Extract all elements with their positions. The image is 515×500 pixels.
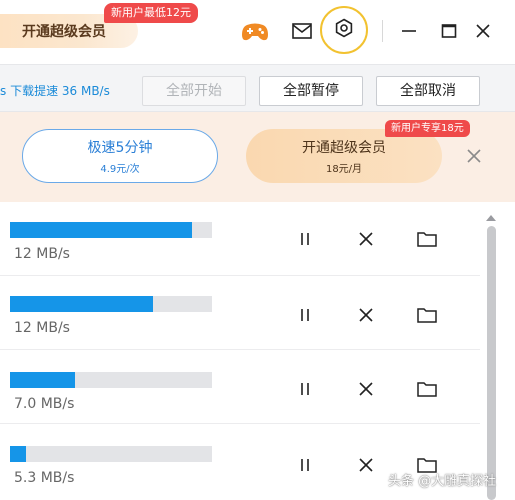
- cancel-download-icon[interactable]: [355, 304, 377, 326]
- download-manager-window: 开通超级会员 新用户最低12元 s 下载提速 36 MB/s 全部开始 全部暂停…: [0, 0, 515, 500]
- titlebar-divider: [382, 20, 383, 42]
- progress-bar: [10, 222, 212, 238]
- open-folder-icon[interactable]: [416, 378, 438, 400]
- vip-subscribe-button[interactable]: 开通超级会员 18元/月: [246, 129, 442, 183]
- watermark: 头条 @大雕真探社: [388, 474, 497, 489]
- progress-bar: [10, 446, 212, 462]
- cancel-all-button[interactable]: 全部取消: [376, 76, 480, 106]
- download-speed: 5.3 MB/s: [14, 470, 75, 486]
- new-user-exclusive-badge: 新用户专享18元: [385, 120, 470, 137]
- progress-bar: [10, 296, 212, 312]
- mail-icon[interactable]: [290, 20, 314, 42]
- open-folder-icon[interactable]: [416, 228, 438, 250]
- title-bar: 开通超级会员 新用户最低12元: [0, 0, 515, 64]
- open-vip-label: 开通超级会员: [22, 24, 106, 40]
- new-user-promo-badge: 新用户最低12元: [104, 3, 198, 23]
- vip-subscribe-price: 18元/月: [325, 164, 363, 175]
- pause-icon[interactable]: [294, 228, 316, 250]
- settings-icon: [334, 18, 354, 42]
- download-row[interactable]: 7.0 MB/s: [0, 350, 480, 424]
- scroll-up-arrow-icon[interactable]: [484, 208, 498, 221]
- progress-bar: [10, 372, 212, 388]
- start-all-button[interactable]: 全部开始: [142, 76, 246, 106]
- settings-button[interactable]: [320, 6, 368, 54]
- game-icon[interactable]: [240, 18, 270, 46]
- pause-icon[interactable]: [294, 454, 316, 476]
- download-row[interactable]: 12 MB/s: [0, 276, 480, 350]
- cancel-download-icon[interactable]: [355, 378, 377, 400]
- cancel-download-icon[interactable]: [355, 454, 377, 476]
- open-folder-icon[interactable]: [416, 304, 438, 326]
- pause-all-button[interactable]: 全部暂停: [259, 76, 363, 106]
- speed-boost-title: 极速5分钟: [87, 140, 153, 156]
- progress-fill: [10, 446, 27, 462]
- vip-subscribe-title: 开通超级会员: [302, 140, 386, 156]
- maximize-icon[interactable]: [438, 20, 460, 42]
- minimize-icon[interactable]: [398, 20, 420, 42]
- cancel-download-icon[interactable]: [355, 228, 377, 250]
- pause-icon[interactable]: [294, 378, 316, 400]
- progress-fill: [10, 296, 154, 312]
- progress-fill: [10, 222, 192, 238]
- banner-close-icon[interactable]: [466, 148, 484, 166]
- download-speed: 12 MB/s: [14, 246, 70, 262]
- speed-boost-button[interactable]: 极速5分钟 4.9元/次: [22, 129, 218, 183]
- download-boost-text[interactable]: s 下载提速 36 MB/s: [0, 82, 110, 99]
- progress-fill: [10, 372, 75, 388]
- download-row[interactable]: 12 MB/s: [0, 202, 480, 276]
- download-speed: 7.0 MB/s: [14, 396, 75, 412]
- scrollbar-thumb[interactable]: [487, 226, 496, 500]
- pause-icon[interactable]: [294, 304, 316, 326]
- action-toolbar: s 下载提速 36 MB/s 全部开始 全部暂停 全部取消: [0, 64, 515, 112]
- download-list: 12 MB/s 12 MB/s 7.0 MB/s 5.3 MB/s: [0, 202, 480, 500]
- download-speed: 12 MB/s: [14, 320, 70, 336]
- close-icon[interactable]: [472, 20, 494, 42]
- speed-boost-price: 4.9元/次: [100, 164, 140, 175]
